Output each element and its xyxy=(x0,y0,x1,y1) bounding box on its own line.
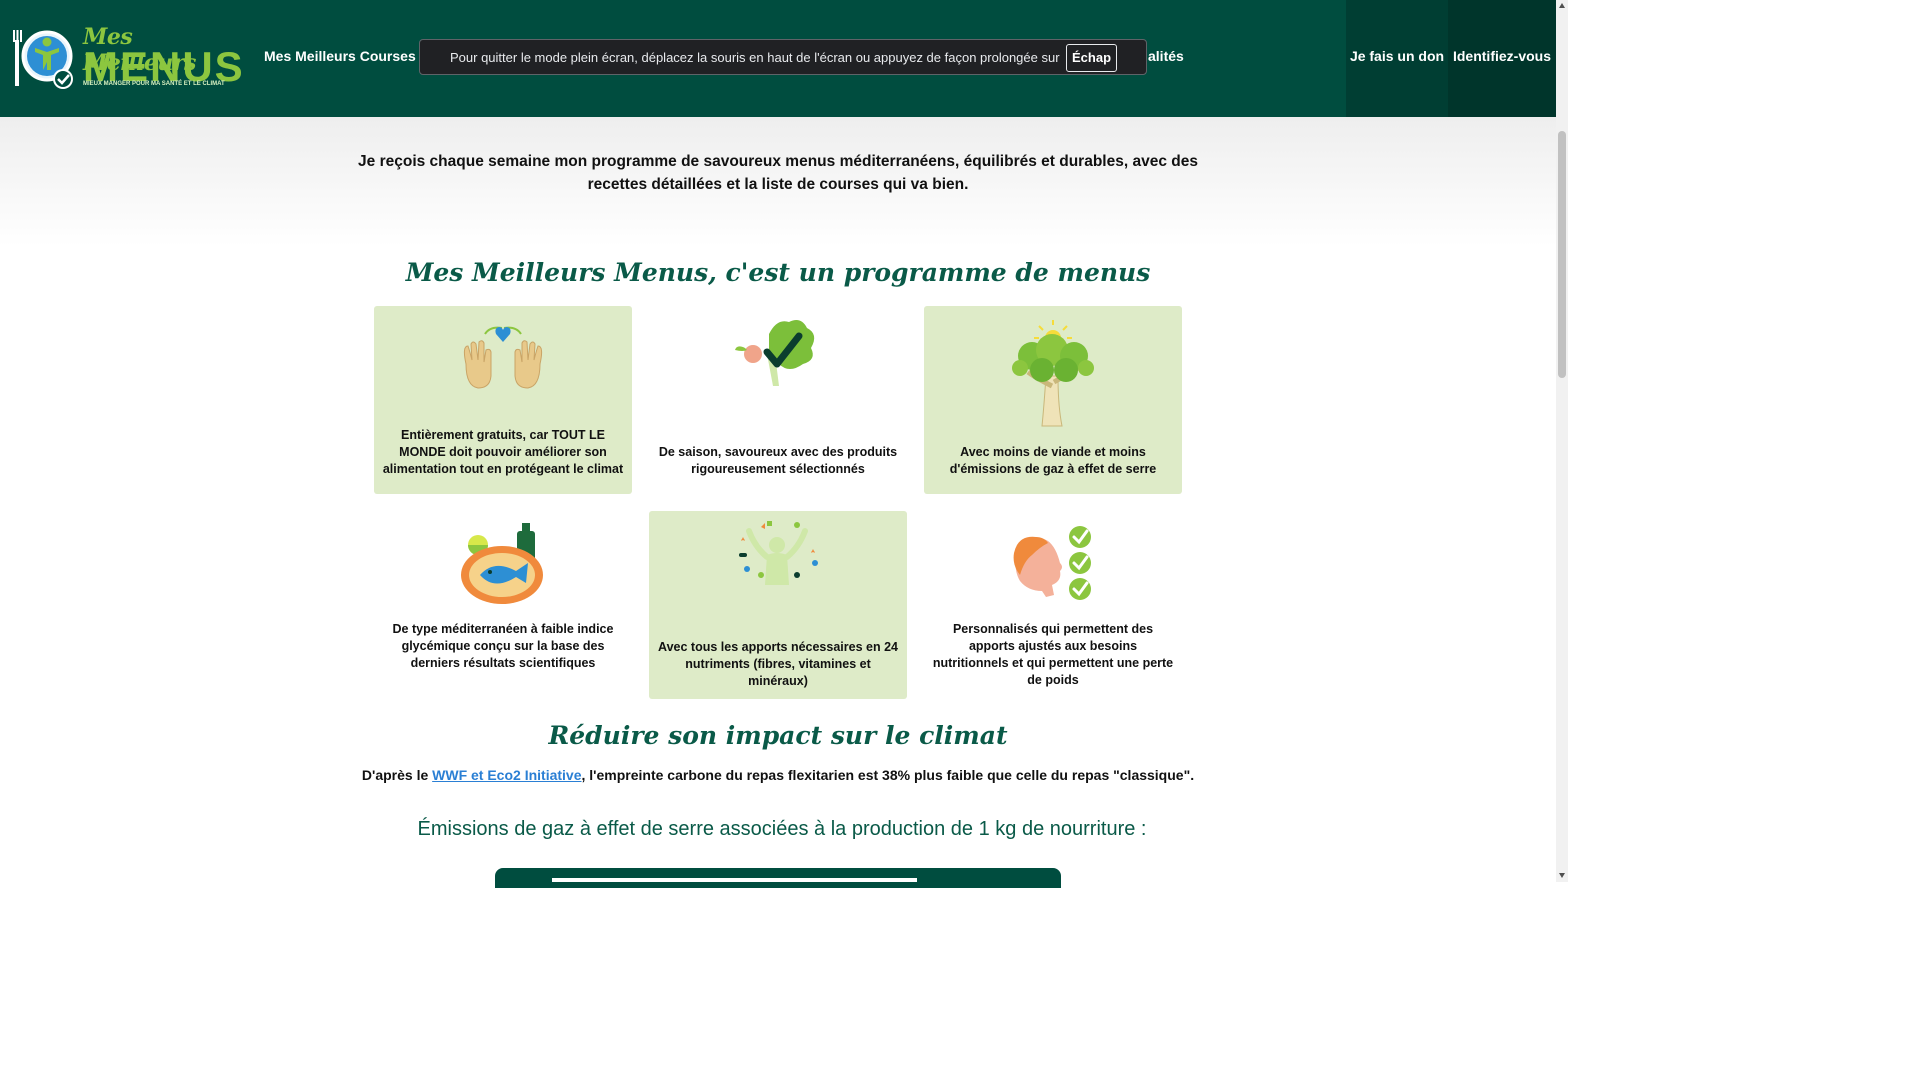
login-button[interactable]: Identifiez-vous xyxy=(1448,0,1556,117)
card-text: De type méditerranéen à faible indice gl… xyxy=(392,622,614,670)
emissions-chart-container xyxy=(495,868,1061,888)
page-scrollbar[interactable] xyxy=(1556,0,1568,882)
program-title: Mes Meilleurs Menus, c'est un programme … xyxy=(405,258,1151,287)
card-text: Avec moins de viande et moins d'émission… xyxy=(949,445,1157,476)
donate-label: Je fais un don xyxy=(1349,48,1445,64)
scrollbar-thumb[interactable] xyxy=(1558,131,1566,378)
emissions-heading: Émissions de gaz à effet de serre associ… xyxy=(417,818,1147,840)
feature-card: Avec tous les apports nécessaires en 24 … xyxy=(649,511,907,699)
logo-emblem-icon xyxy=(13,30,73,89)
nav-mes-meilleurs-courses[interactable]: Mes Meilleurs Courses xyxy=(264,48,416,64)
site-logo[interactable]: Mes Meilleurs MENUS MIEUX MANGER POUR MA… xyxy=(13,24,243,94)
toast-key-badge: Échap xyxy=(1066,44,1118,72)
donate-button[interactable]: Je fais un don xyxy=(1346,0,1448,117)
card-text: Entièrement gratuits, car TOUT LE MONDE … xyxy=(382,428,624,476)
scroll-down-arrow-icon[interactable] xyxy=(1559,873,1565,878)
fish-plate-icon xyxy=(461,523,543,604)
wwf-prefix: D'après le xyxy=(361,767,433,783)
feature-card: De saison, savoureux avec des produits r… xyxy=(649,306,907,494)
nav-partial-link[interactable]: alités xyxy=(1148,48,1184,64)
wwf-eco2-link[interactable]: WWF et Eco2 Initiative xyxy=(432,767,581,783)
scroll-up-arrow-icon[interactable] xyxy=(1559,3,1565,8)
card-text: Personnalisés qui permettent des apports… xyxy=(932,622,1174,687)
chart-inner-area xyxy=(552,878,917,882)
intro-text: Je reçois chaque semaine mon programme d… xyxy=(358,153,1198,193)
card-text: De saison, savoureux avec des produits r… xyxy=(658,445,898,476)
toast-message: Pour quitter le mode plein écran, déplac… xyxy=(450,50,1060,65)
login-label: Identifiez-vous xyxy=(1452,48,1551,64)
feature-card: De type méditerranéen à faible indice gl… xyxy=(374,511,632,699)
feature-card: Entièrement gratuits, car TOUT LE MONDE … xyxy=(374,306,632,494)
logo-tagline: MIEUX MANGER POUR MA SANTÉ ET LE CLIMAT xyxy=(83,81,225,87)
wwf-sentence: D'après le WWF et Eco2 Initiative, l'emp… xyxy=(0,767,1556,783)
head-checklist-icon xyxy=(1013,526,1091,600)
card-text: Avec tous les apports nécessaires en 24 … xyxy=(658,640,898,688)
tree-sun-icon xyxy=(1012,320,1094,427)
site-header: Mes Meilleurs MENUS MIEUX MANGER POUR MA… xyxy=(0,0,1556,117)
climate-title: Réduire son impact sur le climat xyxy=(548,721,1008,750)
person-nutrients-icon xyxy=(739,521,818,585)
feature-card: Personnalisés qui permettent des apports… xyxy=(924,511,1182,699)
hands-heart-icon xyxy=(463,326,543,389)
vegetables-check-icon xyxy=(735,320,815,386)
feature-card: Avec moins de viande et moins d'émission… xyxy=(924,306,1182,494)
wwf-suffix: , l'empreinte carbone du repas flexitari… xyxy=(581,767,1195,783)
fullscreen-exit-toast: Pour quitter le mode plein écran, déplac… xyxy=(419,39,1147,75)
